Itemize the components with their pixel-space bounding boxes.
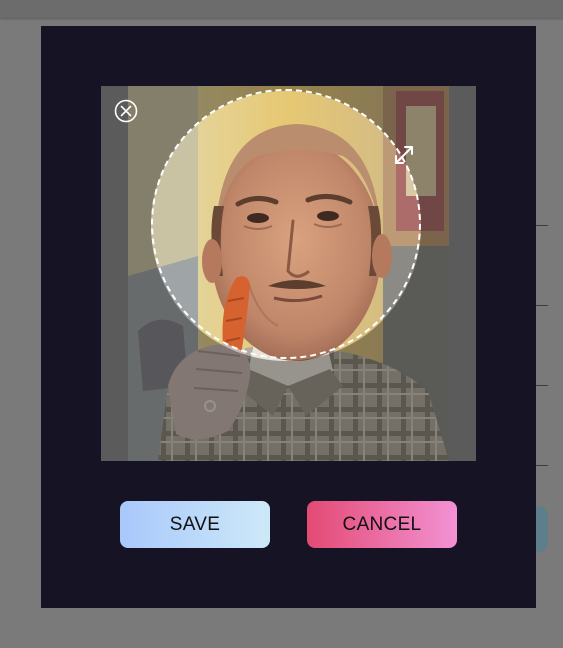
crop-modal: SAVE CANCEL (41, 26, 536, 608)
close-circle-icon[interactable] (114, 99, 138, 123)
background-divider (536, 465, 548, 466)
background-divider (536, 385, 548, 386)
background-divider (536, 225, 548, 226)
background-divider (536, 305, 548, 306)
save-button[interactable]: SAVE (120, 501, 270, 548)
close-icon (114, 99, 138, 123)
crop-circle[interactable] (151, 89, 421, 359)
cancel-button[interactable]: CANCEL (307, 501, 457, 548)
top-bar (0, 0, 563, 18)
resize-arrows-icon[interactable] (391, 142, 417, 168)
resize-icon (395, 146, 413, 164)
crop-area[interactable] (101, 86, 476, 461)
